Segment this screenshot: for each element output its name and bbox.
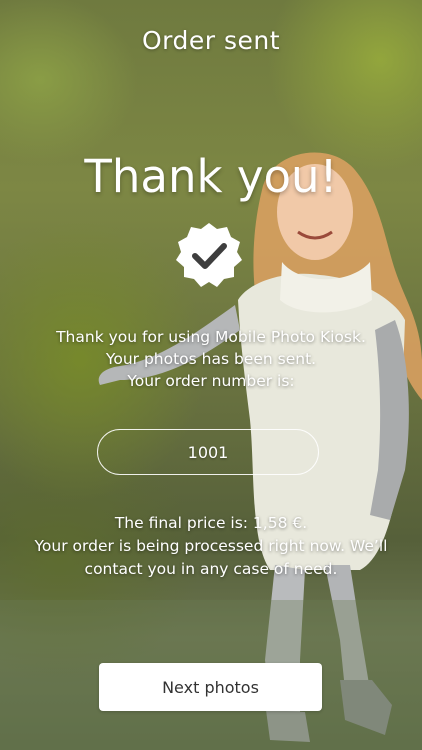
order-sent-screen: Order sent Thank you! Thank you for usin… xyxy=(0,0,422,750)
next-photos-button[interactable]: Next photos xyxy=(99,663,322,711)
message-line: Your order number is: xyxy=(127,372,295,390)
order-number-field: 1001 xyxy=(97,429,319,475)
message-line: Your photos has been sent. xyxy=(105,350,317,368)
message-line: Thank you for using Mobile Photo Kiosk. xyxy=(56,328,366,346)
order-info-message: Thank you for using Mobile Photo Kiosk. … xyxy=(0,326,422,392)
final-price-message: The final price is: 1,58 €. Your order i… xyxy=(0,512,422,581)
screen-title: Order sent xyxy=(141,26,281,55)
processing-line: Your order is being processed right now.… xyxy=(34,537,388,555)
final-price-line: The final price is: 1,58 €. xyxy=(114,514,308,532)
processing-line: contact you in any case of need. xyxy=(84,560,338,578)
thank-you-heading: Thank you! xyxy=(84,150,338,203)
order-number-value: 1001 xyxy=(187,442,229,462)
next-photos-label: Next photos xyxy=(162,677,259,697)
checkmark-badge-icon xyxy=(176,223,242,287)
